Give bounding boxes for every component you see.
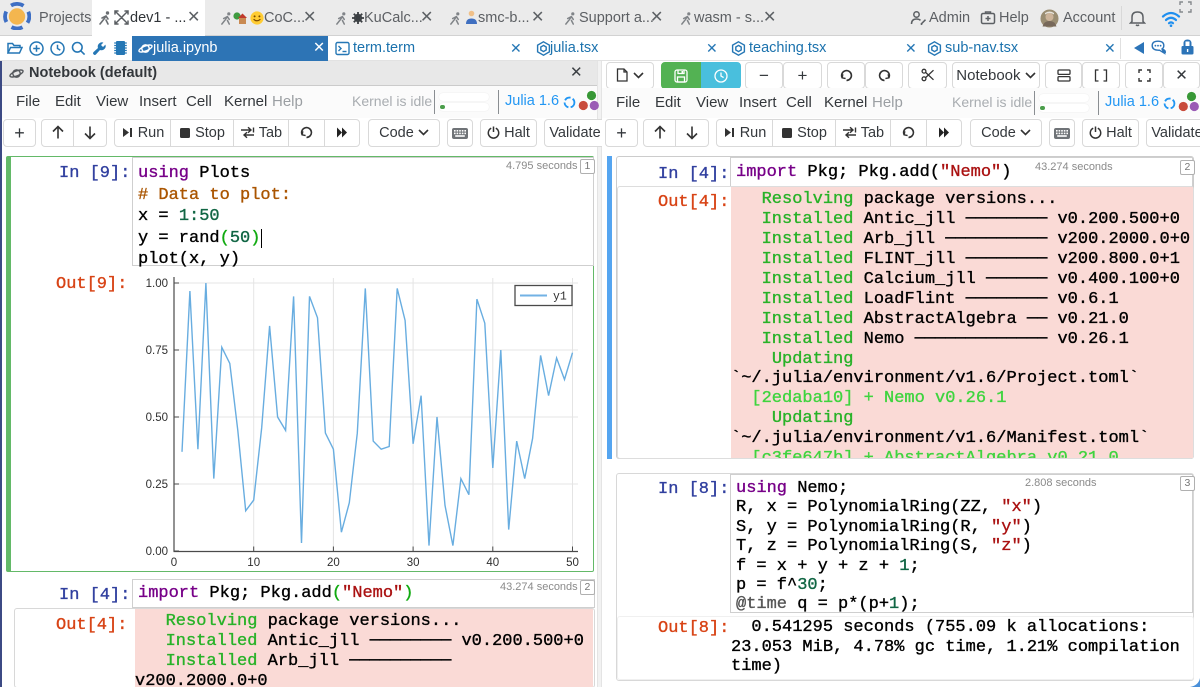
- svg-text:1.00: 1.00: [146, 278, 168, 290]
- svg-text:10: 10: [247, 557, 260, 569]
- svg-text:0.50: 0.50: [146, 412, 168, 424]
- svg-text:0.25: 0.25: [146, 479, 168, 491]
- svg-text:y1: y1: [553, 291, 567, 304]
- svg-text:40: 40: [486, 557, 499, 569]
- svg-text:0: 0: [171, 557, 177, 569]
- svg-text:20: 20: [327, 557, 340, 569]
- svg-text:30: 30: [407, 557, 420, 569]
- svg-text:0.00: 0.00: [146, 546, 168, 558]
- svg-text:50: 50: [566, 557, 579, 569]
- svg-text:0.75: 0.75: [146, 345, 168, 357]
